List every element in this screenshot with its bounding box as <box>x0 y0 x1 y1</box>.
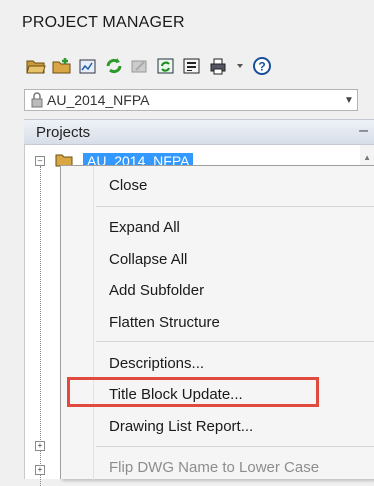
tools-icon[interactable] <box>130 56 150 76</box>
menu-item-add-subfolder[interactable]: Add Subfolder <box>109 282 204 299</box>
scroll-up-icon[interactable]: ▲ <box>363 153 371 162</box>
menu-separator <box>96 446 374 447</box>
update-icon[interactable] <box>156 56 176 76</box>
expand-node-icon[interactable]: + <box>35 441 45 451</box>
menu-item-drawing-list-report[interactable]: Drawing List Report... <box>109 418 253 435</box>
refresh-icon[interactable] <box>104 56 124 76</box>
help-icon[interactable]: ? <box>252 56 272 76</box>
new-drawing-icon[interactable] <box>78 56 98 76</box>
menu-separator <box>96 206 374 207</box>
open-project-icon[interactable] <box>26 56 46 76</box>
print-icon[interactable] <box>208 56 228 76</box>
menu-item-flip-dwg-name[interactable]: Flip DWG Name to Lower Case <box>109 459 319 476</box>
menu-item-flatten-structure[interactable]: Flatten Structure <box>109 314 220 331</box>
collapse-node-icon[interactable]: – <box>35 156 45 166</box>
project-selector[interactable]: AU_2014_NFPA ▼ <box>24 89 358 111</box>
collapse-panel-button[interactable]: – <box>359 122 368 140</box>
projects-header: Projects – <box>24 119 374 145</box>
dropdown-icon[interactable] <box>234 56 246 76</box>
panel-title: PROJECT MANAGER <box>22 14 185 31</box>
menu-item-expand-all[interactable]: Expand All <box>109 219 180 236</box>
new-project-icon[interactable] <box>52 56 72 76</box>
menu-item-close[interactable]: Close <box>109 177 147 194</box>
svg-text:?: ? <box>258 60 265 74</box>
properties-icon[interactable] <box>182 56 202 76</box>
expand-node-icon[interactable]: + <box>35 465 45 475</box>
menu-item-collapse-all[interactable]: Collapse All <box>109 251 187 268</box>
chevron-down-icon[interactable]: ▼ <box>341 90 357 110</box>
highlight-outline <box>67 377 319 407</box>
menu-item-descriptions[interactable]: Descriptions... <box>109 355 204 372</box>
lock-icon <box>31 92 43 108</box>
projects-header-label: Projects <box>36 124 91 141</box>
toolbar: ? <box>26 54 272 78</box>
menu-separator <box>96 341 374 342</box>
context-menu: Close Expand All Collapse All Add Subfol… <box>60 165 374 480</box>
project-selector-value: AU_2014_NFPA <box>47 92 150 108</box>
